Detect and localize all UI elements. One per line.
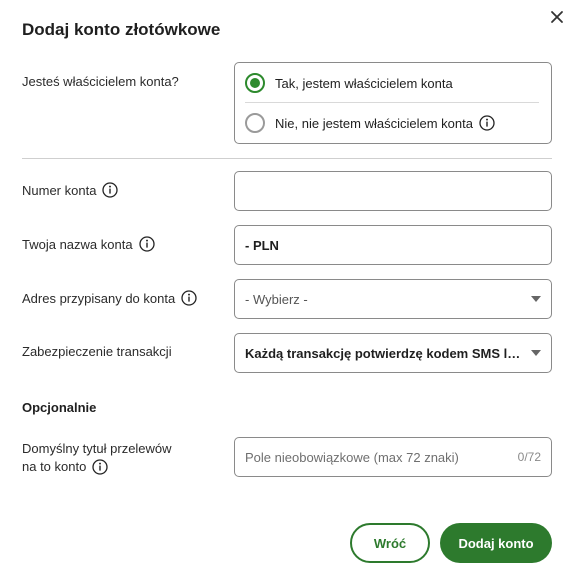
account-number-label: Numer konta <box>22 182 119 198</box>
info-icon[interactable] <box>138 236 155 252</box>
account-number-input[interactable] <box>245 183 541 199</box>
default-title-field[interactable]: Pole nieobowiązkowe (max 72 znaki) 0/72 <box>234 437 552 477</box>
account-name-label-text: Twoja nazwa konta <box>22 236 133 252</box>
character-counter: 0/72 <box>517 450 541 464</box>
address-selected-value: - Wybierz - <box>245 291 308 307</box>
default-title-placeholder[interactable]: Pole nieobowiązkowe (max 72 znaki) <box>245 450 459 465</box>
default-title-label: Domyślny tytuł przelewów na to konto <box>22 440 172 476</box>
address-select[interactable]: - Wybierz - <box>234 279 552 319</box>
account-name-value[interactable]: - PLN <box>245 238 279 253</box>
owner-option-no[interactable]: Nie, nie jestem właścicielem konta <box>235 103 551 143</box>
radio-checked-icon[interactable] <box>245 73 265 93</box>
info-icon[interactable] <box>479 115 495 131</box>
owner-radio-group: Tak, jestem właścicielem konta Nie, nie … <box>234 62 552 144</box>
account-name-field[interactable]: - PLN <box>234 225 552 265</box>
radio-unchecked-icon[interactable] <box>245 113 265 133</box>
security-label: Zabezpieczenie transakcji <box>22 344 172 359</box>
default-title-label-line1: Domyślny tytuł przelewów <box>22 441 172 456</box>
account-number-field[interactable] <box>234 171 552 211</box>
security-label-text: Zabezpieczenie transakcji <box>22 344 172 359</box>
default-title-label-line2: na to konto <box>22 459 87 474</box>
address-label: Adres przypisany do konta <box>22 290 197 306</box>
owner-option-yes-label: Tak, jestem właścicielem konta <box>275 75 453 91</box>
optional-heading: Opcjonalnie <box>22 400 97 415</box>
divider <box>22 158 552 159</box>
account-name-label: Twoja nazwa konta <box>22 236 155 252</box>
dialog-title: Dodaj konto złotówkowe <box>22 20 221 39</box>
owner-question-label: Jesteś właścicielem konta? <box>22 74 179 89</box>
chevron-down-icon <box>531 296 541 302</box>
owner-option-no-label: Nie, nie jestem właścicielem konta <box>275 115 473 131</box>
security-selected-value: Każdą transakcję potwierdzę kodem SMS lu… <box>245 345 527 361</box>
close-icon[interactable] <box>547 7 567 27</box>
back-button[interactable]: Wróć <box>350 523 430 563</box>
info-icon[interactable] <box>102 182 119 198</box>
owner-question-text: Jesteś właścicielem konta? <box>22 74 179 89</box>
info-icon[interactable] <box>92 459 108 475</box>
chevron-down-icon <box>531 350 541 356</box>
account-number-label-text: Numer konta <box>22 182 97 198</box>
add-account-button[interactable]: Dodaj konto <box>440 523 552 563</box>
security-select[interactable]: Każdą transakcję potwierdzę kodem SMS lu… <box>234 333 552 373</box>
owner-option-yes[interactable]: Tak, jestem właścicielem konta <box>235 63 551 103</box>
address-label-text: Adres przypisany do konta <box>22 290 176 306</box>
info-icon[interactable] <box>181 290 197 306</box>
